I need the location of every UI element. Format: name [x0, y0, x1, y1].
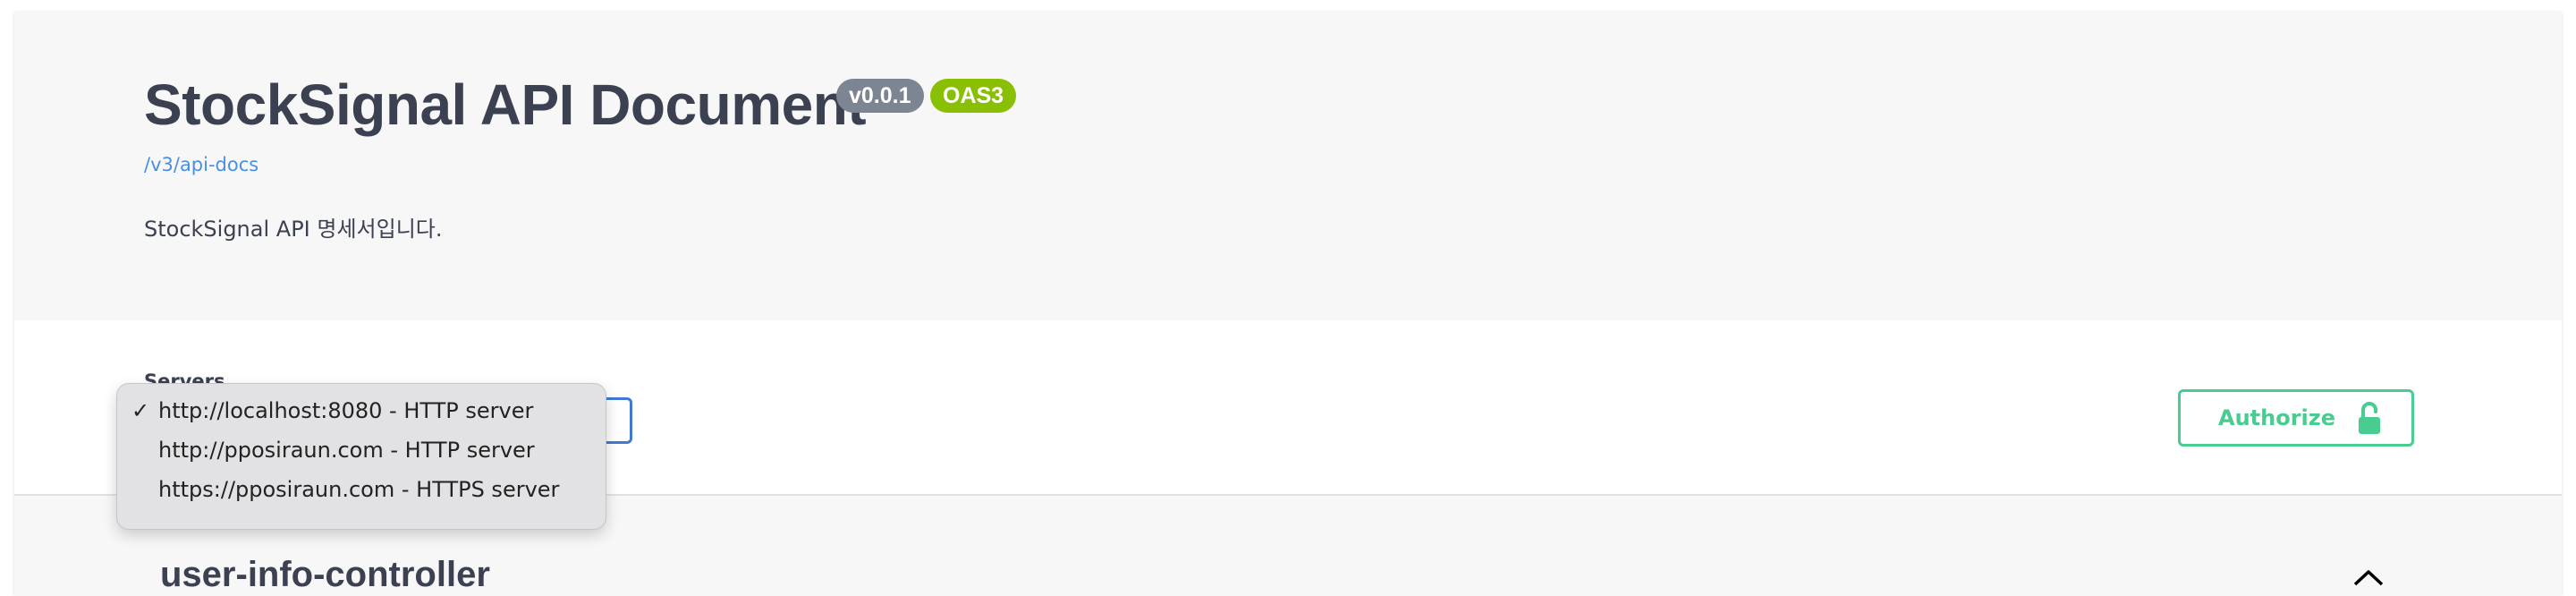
server-dropdown-menu: ✓ http://localhost:8080 - HTTP server ht… — [116, 383, 606, 530]
server-option-label: http://pposiraun.com - HTTP server — [158, 438, 535, 463]
authorize-label: Authorize — [2218, 405, 2336, 430]
info-section: StockSignal API Document v0.0.1 OAS3 /v3… — [14, 13, 2562, 320]
server-option-label: https://pposiraun.com - HTTPS server — [158, 477, 560, 502]
unlocked-lock-icon — [2356, 401, 2383, 442]
checkmark-icon: ✓ — [131, 398, 150, 423]
api-description: StockSignal API 명세서입니다. — [144, 217, 443, 242]
page-title: StockSignal API Document — [144, 72, 867, 137]
version-badge: v0.0.1 — [836, 79, 924, 113]
chevron-up-icon[interactable] — [2352, 567, 2385, 591]
server-option-label: http://localhost:8080 - HTTP server — [158, 398, 534, 423]
api-docs-link[interactable]: /v3/api-docs — [144, 154, 258, 175]
server-option[interactable]: ✓ http://localhost:8080 - HTTP server — [117, 391, 606, 430]
controller-name[interactable]: user-info-controller — [160, 555, 490, 595]
server-option[interactable]: http://pposiraun.com - HTTP server — [117, 430, 606, 470]
server-option[interactable]: https://pposiraun.com - HTTPS server — [117, 470, 606, 509]
authorize-button[interactable]: Authorize — [2178, 389, 2414, 447]
oas-badge: OAS3 — [930, 79, 1017, 113]
